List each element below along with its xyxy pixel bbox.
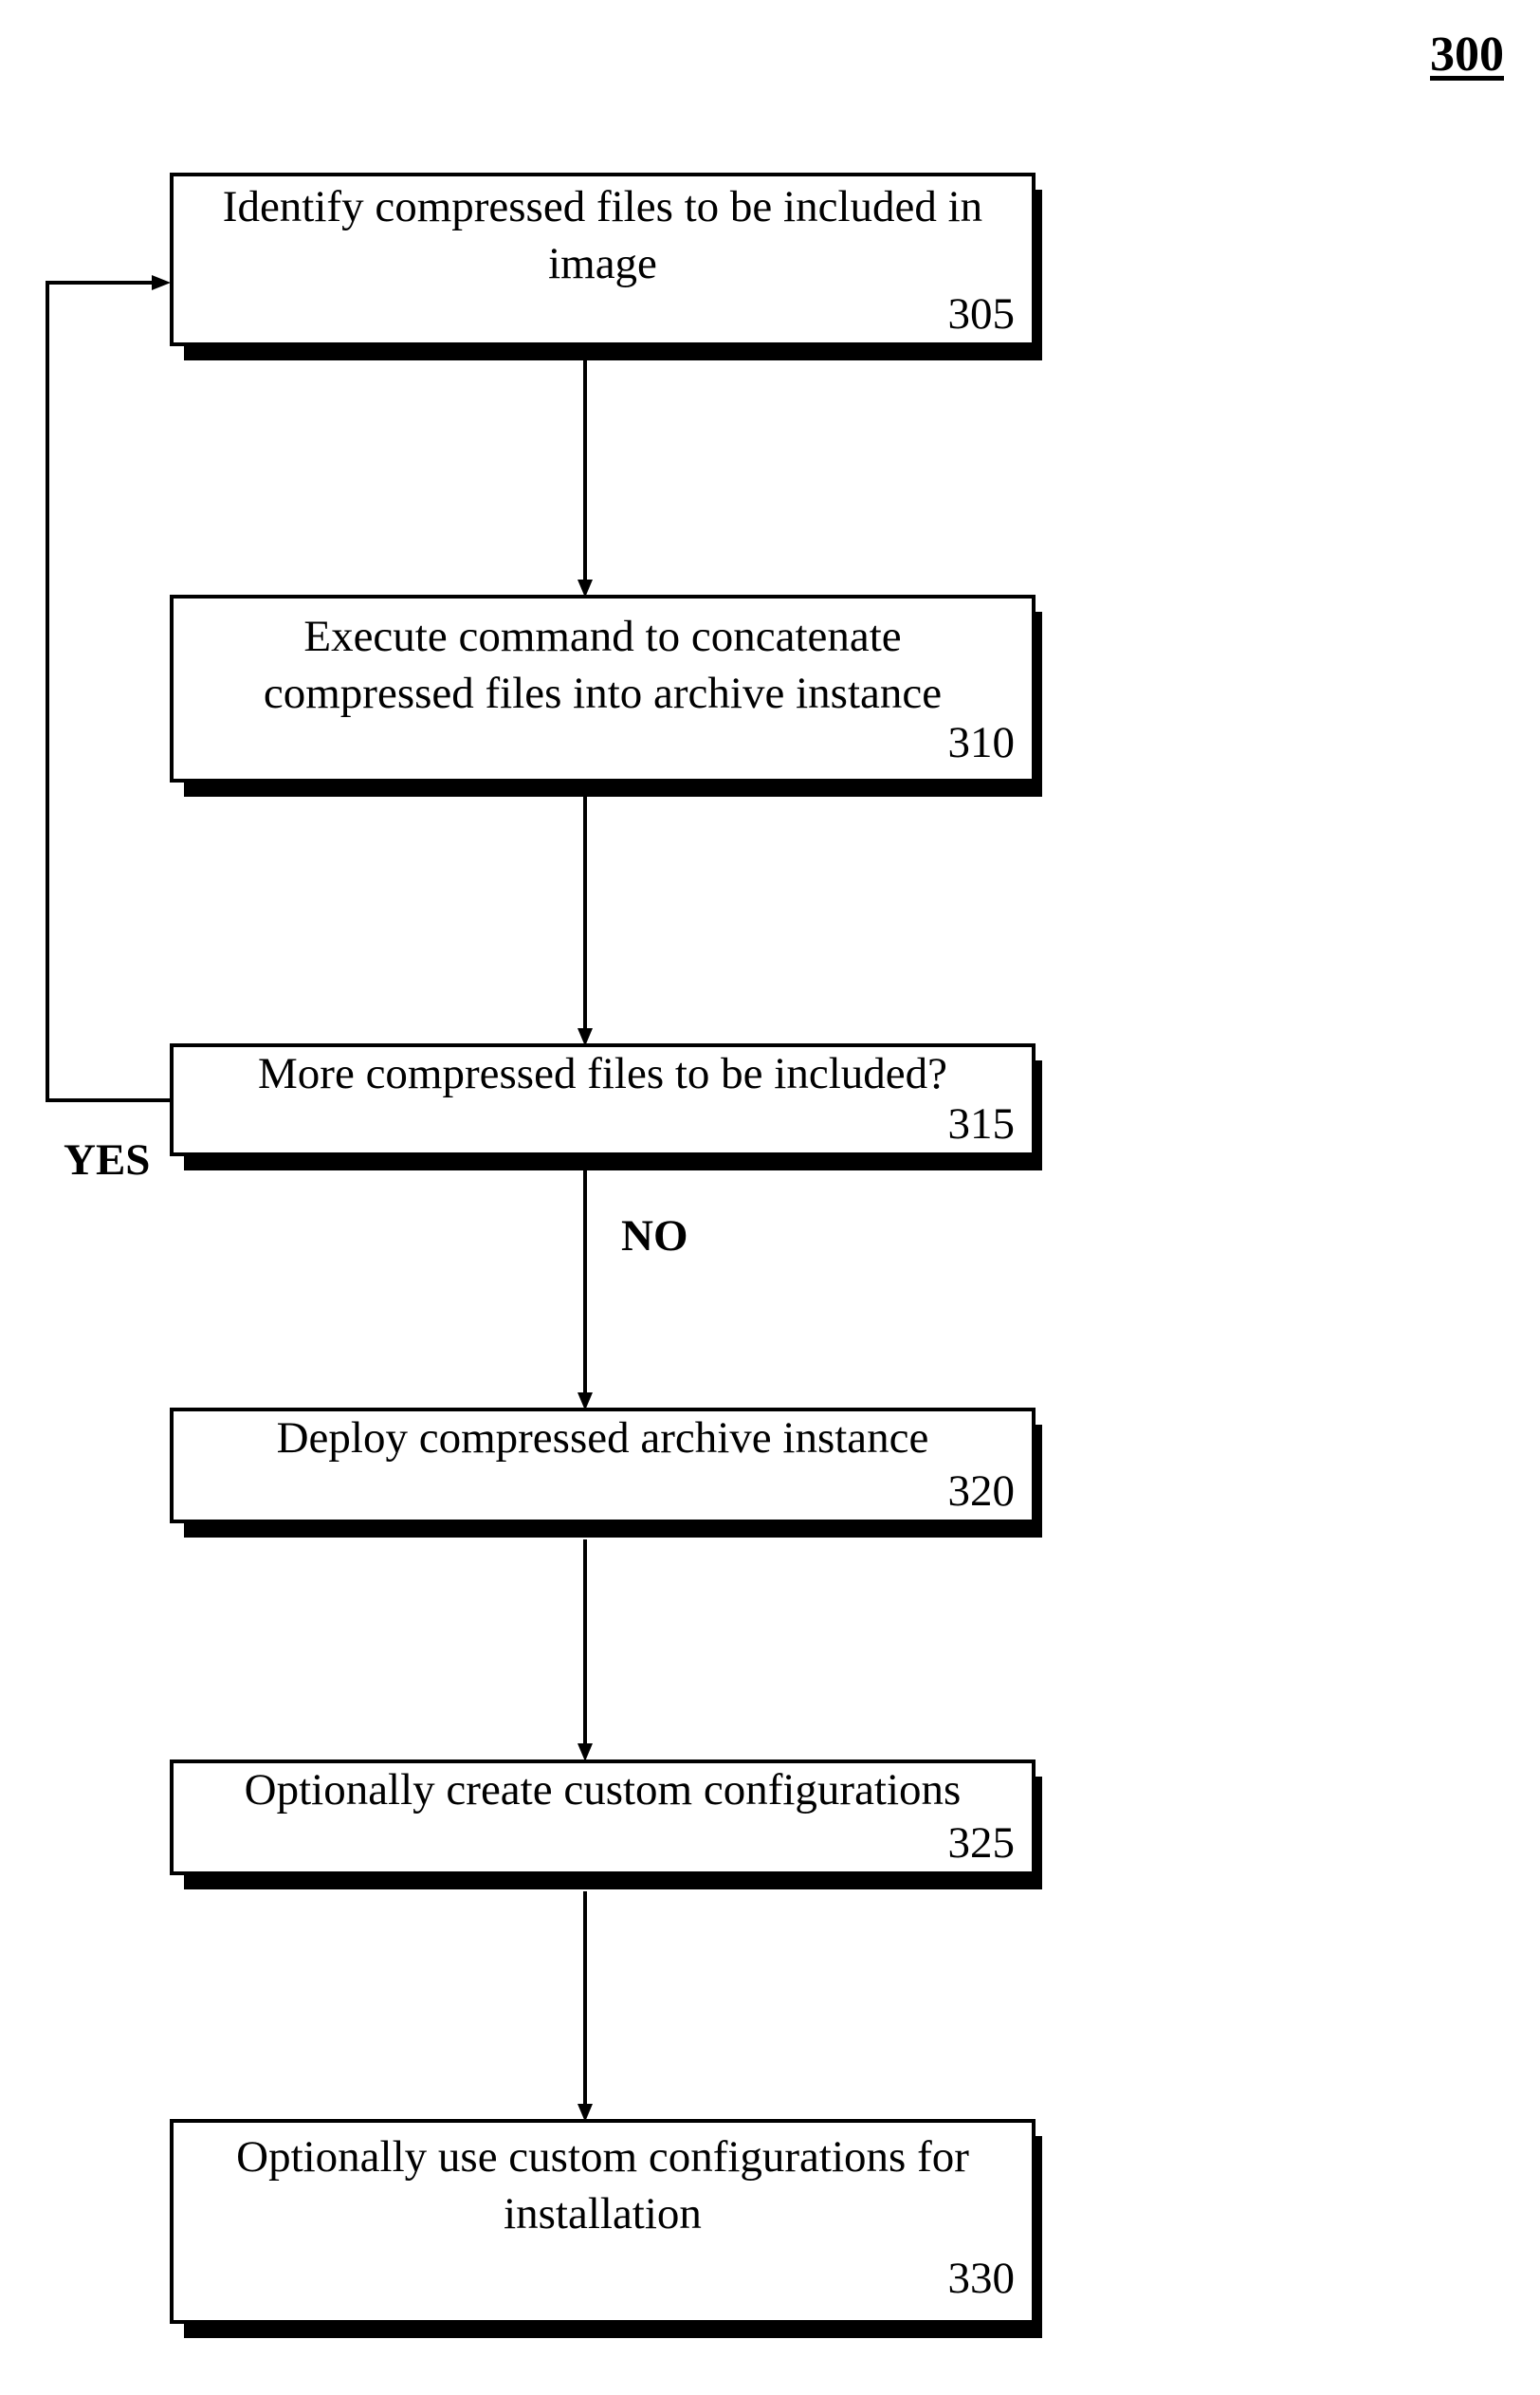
step-text-line: Deploy compressed archive instance <box>276 1413 929 1463</box>
step-320: Deploy compressed archive instance 320 <box>170 1408 1042 1538</box>
step-text: Optionally use custom configurations for… <box>174 2128 1032 2242</box>
step-number: 315 <box>947 1099 1016 1149</box>
branch-label-no: NO <box>621 1211 688 1261</box>
step-text-line: Optionally use custom configurations for <box>236 2132 969 2182</box>
process-box: Optionally use custom configurations for… <box>170 2119 1036 2324</box>
branch-label-yes: YES <box>64 1135 151 1185</box>
step-text: Optionally create custom configurations <box>174 1761 1032 1818</box>
step-text: More compressed files to be included? <box>174 1045 1032 1102</box>
step-315-decision: More compressed files to be included? 31… <box>170 1043 1042 1170</box>
step-text-line: Optionally create custom configurations <box>244 1765 962 1815</box>
process-box: Deploy compressed archive instance 320 <box>170 1408 1036 1523</box>
step-text: Identify compressed files to be included… <box>174 178 1032 292</box>
step-text-line: More compressed files to be included? <box>258 1049 947 1098</box>
step-text-line: Identify compressed files to be included… <box>222 182 983 231</box>
process-box: Identify compressed files to be included… <box>170 173 1036 346</box>
step-305: Identify compressed files to be included… <box>170 173 1042 360</box>
step-number: 330 <box>947 2254 1016 2303</box>
step-310: Execute command to concatenate compresse… <box>170 595 1042 797</box>
step-text: Execute command to concatenate compresse… <box>174 608 1032 722</box>
step-325: Optionally create custom configurations … <box>170 1759 1042 1889</box>
step-number: 320 <box>947 1466 1016 1516</box>
process-box: Optionally create custom configurations … <box>170 1759 1036 1875</box>
step-text-line: compressed files into archive instance <box>263 669 943 718</box>
arrowhead-315-305 <box>152 275 171 290</box>
step-number: 310 <box>947 718 1016 767</box>
step-number: 305 <box>947 289 1016 339</box>
figure-number: 300 <box>1430 28 1504 82</box>
step-text-line: image <box>548 239 657 288</box>
step-text: Deploy compressed archive instance <box>174 1409 1032 1466</box>
step-text-line: installation <box>504 2189 702 2238</box>
step-text-line: Execute command to concatenate <box>303 612 902 661</box>
decision-box: More compressed files to be included? 31… <box>170 1043 1036 1156</box>
step-330: Optionally use custom configurations for… <box>170 2119 1042 2338</box>
process-box: Execute command to concatenate compresse… <box>170 595 1036 783</box>
connector-315-305-loop <box>46 281 172 1102</box>
step-number: 325 <box>947 1818 1016 1868</box>
